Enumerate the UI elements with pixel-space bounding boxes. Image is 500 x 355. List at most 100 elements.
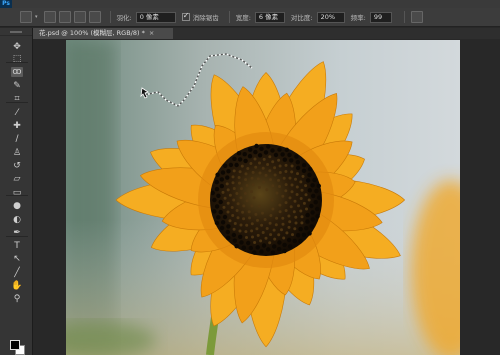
document-tab[interactable]: 花.psd @ 100% (模糊层, RGB/8) * ×	[33, 28, 173, 39]
seed	[242, 217, 246, 221]
hand-tool[interactable]: ✋	[11, 281, 23, 291]
zoom-tool[interactable]: ⚲	[11, 294, 23, 304]
stamp-tool[interactable]: ♙	[11, 148, 23, 158]
blur-tool[interactable]: ●	[11, 201, 23, 211]
foreground-color-swatch[interactable]	[10, 340, 20, 350]
seed	[315, 206, 320, 212]
move-tool[interactable]: ✥	[11, 42, 23, 52]
seed	[287, 225, 291, 229]
seed	[307, 188, 312, 193]
seed	[257, 204, 261, 208]
path-select-tool[interactable]: ↖	[11, 254, 23, 264]
seed	[248, 147, 253, 152]
lasso-tool[interactable]: ꝏ	[11, 67, 23, 77]
seed	[296, 172, 299, 176]
seed	[252, 250, 257, 255]
seed	[238, 229, 242, 233]
seed	[270, 198, 274, 202]
type-tool[interactable]: T	[11, 241, 23, 251]
seed	[300, 215, 304, 219]
seed	[232, 187, 236, 190]
seed	[212, 209, 217, 214]
seed	[288, 220, 292, 224]
seed	[228, 193, 232, 197]
seed	[234, 162, 239, 168]
seed	[253, 157, 257, 161]
seed	[273, 152, 279, 158]
seed	[304, 184, 308, 188]
seed	[271, 207, 275, 211]
eyedropper-tool[interactable]: ⁄	[11, 108, 23, 118]
seed	[231, 232, 237, 238]
seed	[226, 224, 231, 229]
history-brush-tool[interactable]: ↺	[11, 161, 23, 171]
brush-tool[interactable]: ∕	[11, 134, 23, 144]
seed	[270, 148, 275, 153]
seed	[304, 226, 309, 231]
seed	[294, 154, 299, 159]
seed	[311, 193, 316, 199]
add-selection-icon[interactable]	[58, 11, 71, 23]
seed	[249, 162, 253, 165]
tablet-pressure-icon[interactable]	[410, 11, 423, 23]
seed	[232, 198, 236, 202]
canvas[interactable]	[66, 40, 460, 355]
seed	[226, 235, 231, 240]
seed	[226, 188, 230, 192]
new-selection-icon[interactable]	[43, 11, 56, 23]
feather-input[interactable]: 0 像素	[135, 11, 176, 23]
seed	[231, 175, 235, 179]
gradient-tool[interactable]: ▭	[11, 188, 23, 198]
seed	[269, 233, 273, 237]
contrast-input[interactable]: 20%	[316, 11, 345, 23]
magnetic-lasso-preset-icon[interactable]	[20, 11, 32, 23]
seed	[221, 190, 225, 194]
seed	[219, 177, 224, 182]
seed	[238, 170, 242, 174]
seed	[218, 209, 223, 215]
chevron-down-icon[interactable]: ▾	[35, 14, 38, 20]
seed	[302, 201, 306, 205]
seed	[284, 163, 288, 167]
seed	[299, 180, 303, 184]
seed	[295, 165, 301, 171]
panel-grip[interactable]	[0, 28, 32, 36]
subtract-selection-icon[interactable]	[73, 11, 86, 23]
dodge-tool[interactable]: ◐	[11, 215, 23, 225]
seed	[278, 210, 282, 214]
seed	[233, 222, 237, 225]
antialias-checkbox[interactable]	[181, 11, 190, 21]
seed	[258, 161, 261, 165]
seed	[292, 238, 297, 244]
intersect-selection-icon[interactable]	[88, 11, 101, 23]
seed	[222, 214, 228, 220]
frequency-input[interactable]: 99	[369, 11, 392, 23]
seed	[250, 176, 254, 180]
seed	[293, 227, 297, 231]
seed	[220, 220, 226, 225]
seed	[245, 223, 249, 227]
seed	[307, 172, 312, 178]
seed	[240, 164, 244, 168]
eraser-tool[interactable]: ▱	[11, 174, 23, 184]
seed	[237, 157, 243, 162]
seed	[264, 173, 268, 177]
shape-tool[interactable]: ╱	[11, 268, 23, 278]
seed	[250, 222, 254, 226]
document-tab-bar: 花.psd @ 100% (模糊层, RGB/8) * ×	[33, 28, 500, 39]
seed	[237, 176, 241, 179]
seed	[275, 191, 279, 195]
seed	[289, 158, 294, 163]
quick-select-tool[interactable]: ✎	[11, 81, 23, 91]
seed	[226, 169, 231, 174]
width-input[interactable]: 6 像素	[254, 11, 285, 23]
seed	[259, 239, 263, 243]
seed	[261, 211, 264, 215]
seed	[266, 163, 270, 166]
tool-divider	[6, 236, 28, 237]
tool-panel: ✥ ⬚ ꝏ ✎ ⌗ ⁄ ✚ ∕ ♙ ↺ ▱ ▭ ● ◐ ✒ T ↖ ╱ ✋ ⚲	[0, 28, 33, 355]
close-icon[interactable]: ×	[149, 29, 154, 37]
seed	[305, 212, 310, 218]
seed	[295, 160, 300, 165]
healing-tool[interactable]: ✚	[11, 121, 23, 131]
